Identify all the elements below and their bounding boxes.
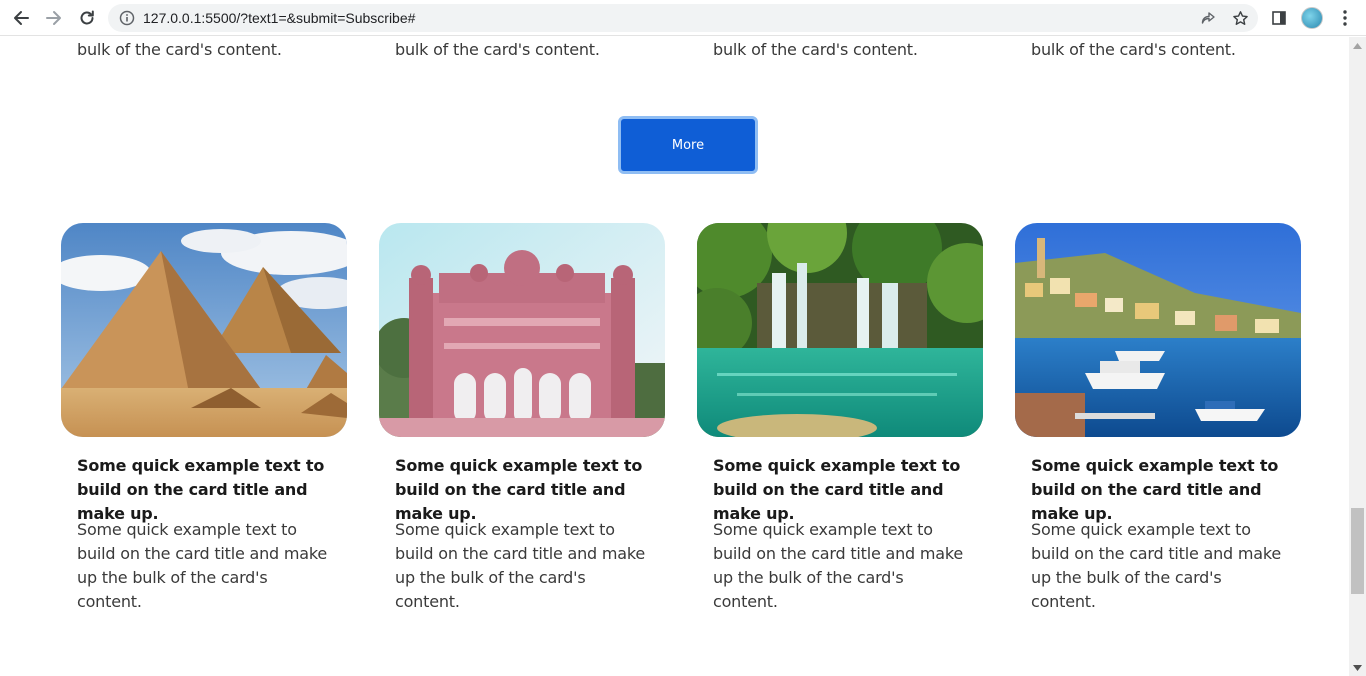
card-text-tail: bulk of the card's content. — [395, 40, 600, 59]
forward-arrow-icon[interactable] — [42, 6, 66, 30]
card-title: Some quick example text to build on the … — [77, 456, 325, 523]
card-title: Some quick example text to build on the … — [395, 456, 643, 523]
more-button[interactable]: More — [618, 116, 758, 174]
browser-toolbar: 127.0.0.1:5500/?text1=&submit=Subscribe# — [0, 0, 1366, 36]
page-scrollbar[interactable] — [1349, 37, 1366, 676]
card-text: Some quick example text to build on the … — [395, 520, 646, 611]
side-panel-icon[interactable] — [1267, 6, 1291, 30]
card-title: Some quick example text to build on the … — [713, 456, 961, 523]
card-text-tail: bulk of the card's content. — [1031, 40, 1236, 59]
card-text: Some quick example text to build on the … — [1031, 520, 1282, 611]
back-arrow-icon[interactable] — [9, 6, 33, 30]
address-bar[interactable]: 127.0.0.1:5500/?text1=&submit=Subscribe# — [108, 4, 1258, 32]
site-info-icon[interactable] — [118, 9, 136, 27]
profile-avatar[interactable] — [1301, 7, 1323, 29]
destination-card: Some quick example text to build on the … — [1015, 223, 1301, 613]
card-text-tail: bulk of the card's content. — [77, 40, 282, 59]
reload-icon[interactable] — [75, 6, 99, 30]
card-image-pyramids — [61, 223, 347, 437]
scroll-up-arrow-icon[interactable] — [1349, 37, 1366, 54]
destination-card: Some quick example text to build on the … — [379, 223, 665, 613]
scrollbar-thumb[interactable] — [1351, 508, 1364, 594]
destination-card: Some quick example text to build on the … — [61, 223, 347, 613]
page-viewport: bulk of the card's content. bulk of the … — [0, 37, 1349, 676]
share-icon[interactable] — [1199, 9, 1217, 27]
card-text: Some quick example text to build on the … — [77, 520, 328, 611]
kebab-menu-icon[interactable] — [1333, 6, 1357, 30]
star-icon[interactable] — [1231, 9, 1249, 27]
destination-card: Some quick example text to build on the … — [697, 223, 983, 613]
card-image-palace — [379, 223, 665, 437]
card-text: Some quick example text to build on the … — [713, 520, 964, 611]
url-text[interactable]: 127.0.0.1:5500/?text1=&submit=Subscribe# — [143, 10, 415, 26]
scroll-down-arrow-icon[interactable] — [1349, 659, 1366, 676]
card-title: Some quick example text to build on the … — [1031, 456, 1279, 523]
card-image-waterfall — [697, 223, 983, 437]
card-text-tail: bulk of the card's content. — [713, 40, 918, 59]
card-image-harbor — [1015, 223, 1301, 437]
